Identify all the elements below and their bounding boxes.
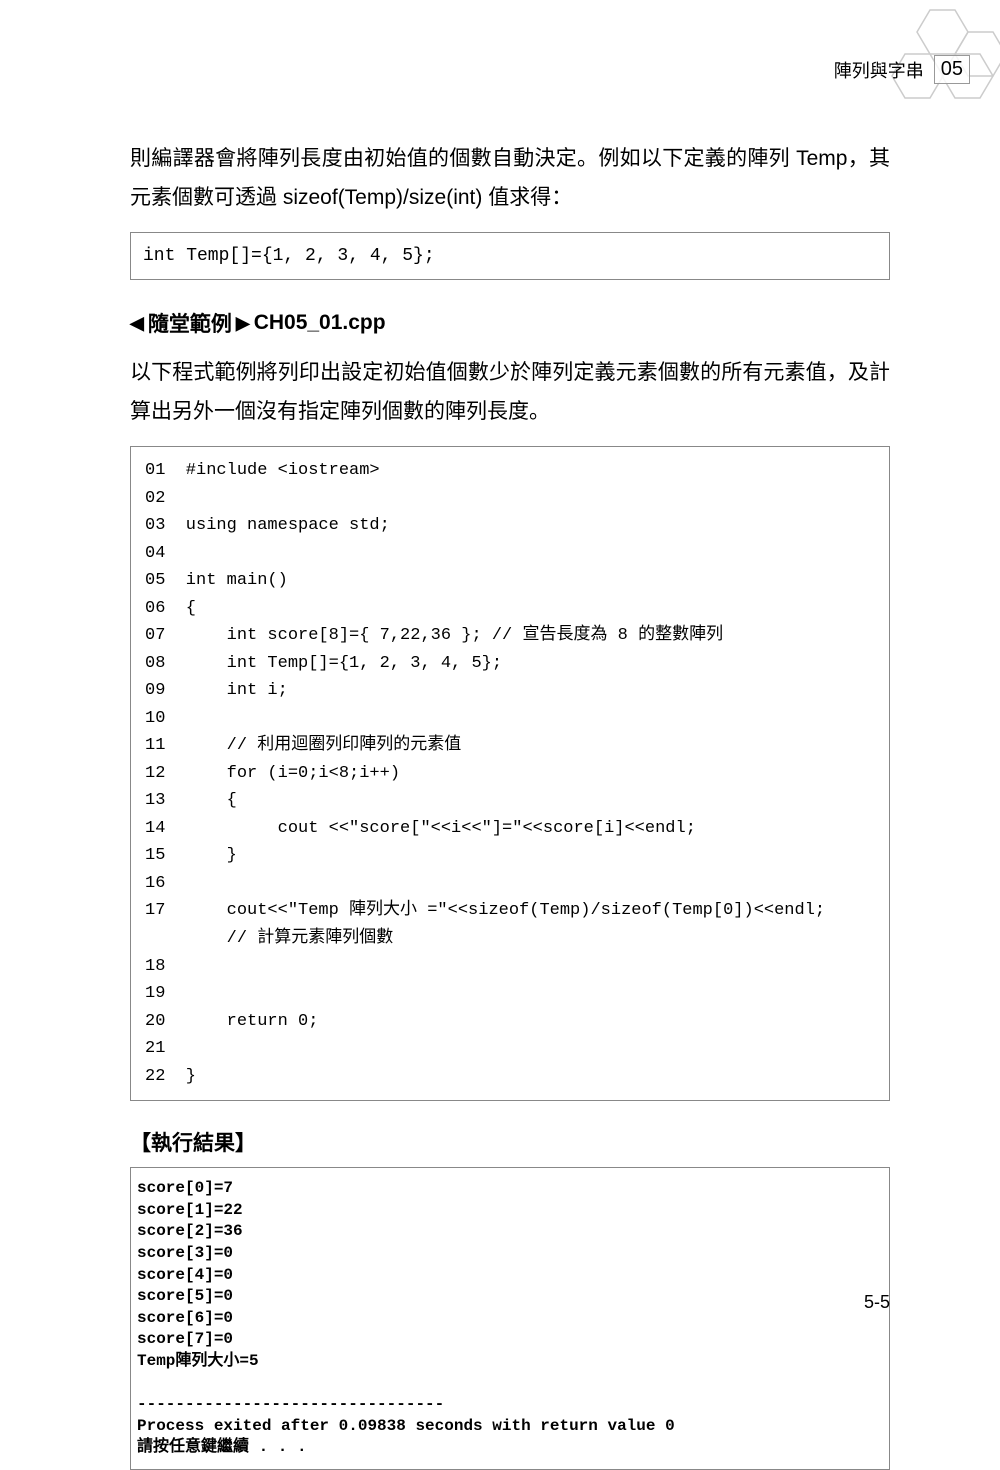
section-filename: CH05_01.cpp xyxy=(254,311,386,335)
paragraph-1: 則編譯器會將陣列長度由初始值的個數自動決定。例如以下定義的陣列 Temp，其元素… xyxy=(130,140,890,218)
chapter-number: 05 xyxy=(934,55,970,84)
section-heading: ◀ 隨堂範例 ▶ CH05_01.cpp xyxy=(130,308,890,338)
result-heading: 【執行結果】 xyxy=(130,1127,890,1157)
page-header: 陣列與字串 05 xyxy=(834,55,970,84)
header-title: 陣列與字串 xyxy=(834,57,924,83)
paragraph-2: 以下程式範例將列印出設定初始值個數少於陣列定義元素個數的所有元素值，及計算出另外… xyxy=(130,354,890,432)
page-number: 5-5 xyxy=(864,1292,890,1313)
code-listing: 01 #include <iostream> 02 03 using names… xyxy=(130,446,890,1101)
triangle-right-icon: ▶ xyxy=(236,313,250,334)
execution-result: score[0]=7 score[1]=22 score[2]=36 score… xyxy=(130,1167,890,1470)
code-snippet-1: int Temp[]={1, 2, 3, 4, 5}; xyxy=(130,232,890,281)
section-label: 隨堂範例 xyxy=(148,308,232,338)
triangle-left-icon: ◀ xyxy=(130,313,144,334)
main-content: 則編譯器會將陣列長度由初始值的個數自動決定。例如以下定義的陣列 Temp，其元素… xyxy=(0,0,1000,1470)
